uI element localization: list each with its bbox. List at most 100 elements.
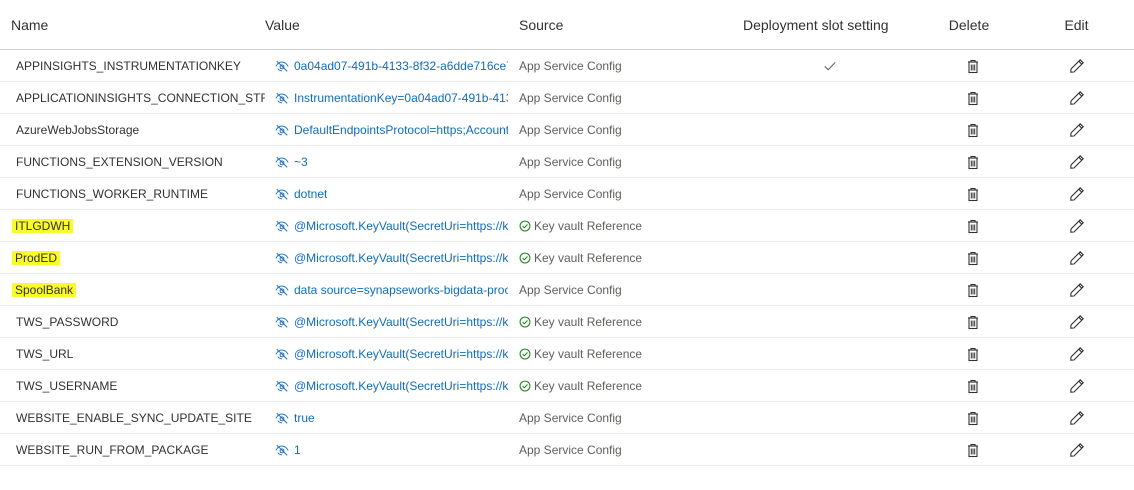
setting-value-link[interactable]: DefaultEndpointsProtocol=https;Account — [294, 123, 508, 137]
table-row[interactable]: FUNCTIONS_WORKER_RUNTIME dotnet App Servic… — [0, 178, 1134, 210]
cell-source: App Service Config — [508, 59, 733, 73]
setting-value-link[interactable]: @Microsoft.KeyVault(SecretUri=https://k — [294, 219, 508, 233]
pencil-icon[interactable] — [1069, 58, 1085, 74]
cell-edit — [1019, 442, 1134, 458]
cell-source: Key vault Reference — [508, 347, 733, 361]
eye-hidden-icon — [275, 156, 289, 168]
check-circle-icon — [519, 380, 531, 391]
setting-source: App Service Config — [519, 186, 622, 201]
cell-name: FUNCTIONS_WORKER_RUNTIME — [0, 187, 265, 201]
cell-name: FUNCTIONS_EXTENSION_VERSION — [0, 155, 265, 169]
table-row[interactable]: TWS_USERNAME @Microsoft.KeyVault(SecretUr… — [0, 370, 1134, 402]
setting-source: App Service Config — [519, 122, 622, 137]
checkmark-icon — [824, 61, 836, 71]
setting-source: App Service Config — [519, 442, 622, 457]
column-header-delete: Delete — [948, 16, 990, 33]
setting-name: SpoolBank — [12, 282, 77, 297]
pencil-icon[interactable] — [1069, 90, 1085, 106]
cell-source: App Service Config — [508, 283, 733, 297]
table-row[interactable]: TWS_PASSWORD @Microsoft.KeyVault(SecretUr… — [0, 306, 1134, 338]
trash-icon[interactable] — [965, 218, 981, 234]
trash-icon[interactable] — [965, 122, 981, 138]
trash-icon[interactable] — [965, 154, 981, 170]
trash-icon[interactable] — [965, 282, 981, 298]
column-header-name[interactable]: Name — [0, 17, 265, 33]
cell-name: WEBSITE_RUN_FROM_PACKAGE — [0, 443, 265, 457]
setting-value-link[interactable]: @Microsoft.KeyVault(SecretUri=https://k — [294, 347, 508, 361]
pencil-icon[interactable] — [1069, 282, 1085, 298]
trash-icon[interactable] — [965, 378, 981, 394]
pencil-icon[interactable] — [1069, 442, 1085, 458]
cell-edit — [1019, 378, 1134, 394]
check-circle-icon — [519, 348, 531, 359]
cell-value: 0a04ad07-491b-4133-8f32-a6dde716ce7 — [265, 59, 508, 73]
cell-source: App Service Config — [508, 91, 733, 105]
pencil-icon[interactable] — [1069, 346, 1085, 362]
cell-source: Key vault Reference — [508, 251, 733, 265]
table-row[interactable]: FUNCTIONS_EXTENSION_VERSION ~3 App Service… — [0, 146, 1134, 178]
setting-value-link[interactable]: data source=synapseworks-bigdata-proc — [294, 283, 508, 297]
setting-name: TWS_USERNAME — [16, 378, 118, 393]
setting-source: Key vault Reference — [534, 378, 643, 393]
cell-name: SpoolBank — [0, 282, 265, 297]
table-row[interactable]: ITLGDWH @Microsoft.KeyVault(SecretUri=htt… — [0, 210, 1134, 242]
table-row[interactable]: ProdED @Microsoft.KeyVault(SecretUri=http… — [0, 242, 1134, 274]
cell-delete — [927, 218, 1019, 234]
cell-delete — [927, 442, 1019, 458]
column-header-value[interactable]: Value — [265, 17, 508, 33]
cell-source: Key vault Reference — [508, 379, 733, 393]
cell-delete — [927, 186, 1019, 202]
cell-delete — [927, 250, 1019, 266]
eye-hidden-icon — [275, 60, 289, 72]
cell-edit — [1019, 154, 1134, 170]
setting-value-link[interactable]: ~3 — [294, 155, 308, 169]
pencil-icon[interactable] — [1069, 410, 1085, 426]
setting-value-link[interactable]: @Microsoft.KeyVault(SecretUri=https://k — [294, 315, 508, 329]
pencil-icon[interactable] — [1069, 122, 1085, 138]
setting-value-link[interactable]: @Microsoft.KeyVault(SecretUri=https://k — [294, 251, 508, 265]
trash-icon[interactable] — [965, 410, 981, 426]
column-header-source[interactable]: Source — [508, 17, 733, 33]
setting-value-link[interactable]: InstrumentationKey=0a04ad07-491b-413 — [294, 91, 508, 105]
pencil-icon[interactable] — [1069, 250, 1085, 266]
trash-icon[interactable] — [965, 58, 981, 74]
setting-name: WEBSITE_RUN_FROM_PACKAGE — [16, 442, 209, 457]
check-circle-icon — [519, 316, 531, 327]
setting-value-link[interactable]: @Microsoft.KeyVault(SecretUri=https://k — [294, 379, 508, 393]
pencil-icon[interactable] — [1069, 186, 1085, 202]
setting-source: Key vault Reference — [534, 250, 643, 265]
setting-value-link[interactable]: 1 — [294, 443, 301, 457]
cell-value: @Microsoft.KeyVault(SecretUri=https://k — [265, 251, 508, 265]
table-row[interactable]: WEBSITE_RUN_FROM_PACKAGE 1 App Service Con… — [0, 434, 1134, 466]
pencil-icon[interactable] — [1069, 378, 1085, 394]
setting-value-link[interactable]: dotnet — [294, 187, 327, 201]
eye-hidden-icon — [275, 348, 289, 360]
table-row[interactable]: AzureWebJobsStorage DefaultEndpointsProto… — [0, 114, 1134, 146]
setting-value-link[interactable]: 0a04ad07-491b-4133-8f32-a6dde716ce7 — [294, 59, 508, 73]
eye-hidden-icon — [275, 220, 289, 232]
table-row[interactable]: WEBSITE_ENABLE_SYNC_UPDATE_SITE true App S… — [0, 402, 1134, 434]
trash-icon[interactable] — [965, 442, 981, 458]
table-row[interactable]: TWS_URL @Microsoft.KeyVault(SecretUri=htt… — [0, 338, 1134, 370]
eye-hidden-icon — [275, 316, 289, 328]
trash-icon[interactable] — [965, 90, 981, 106]
cell-source: App Service Config — [508, 411, 733, 425]
trash-icon[interactable] — [965, 250, 981, 266]
trash-icon[interactable] — [965, 186, 981, 202]
table-row[interactable]: SpoolBank data source=synapseworks-bigdat… — [0, 274, 1134, 306]
eye-hidden-icon — [275, 444, 289, 456]
table-row[interactable]: APPLICATIONINSIGHTS_CONNECTION_STRIN Inst… — [0, 82, 1134, 114]
grid-header: Name Value Source Deployment slot settin… — [0, 0, 1134, 50]
setting-source: App Service Config — [519, 154, 622, 169]
cell-delete — [927, 410, 1019, 426]
setting-value-link[interactable]: true — [294, 411, 315, 425]
pencil-icon[interactable] — [1069, 218, 1085, 234]
trash-icon[interactable] — [965, 346, 981, 362]
pencil-icon[interactable] — [1069, 154, 1085, 170]
column-header-slot-setting[interactable]: Deployment slot setting — [733, 17, 927, 33]
trash-icon[interactable] — [965, 314, 981, 330]
setting-source: Key vault Reference — [534, 346, 643, 361]
table-row[interactable]: APPINSIGHTS_INSTRUMENTATIONKEY 0a04ad07-4… — [0, 50, 1134, 82]
setting-source: Key vault Reference — [534, 314, 643, 329]
pencil-icon[interactable] — [1069, 314, 1085, 330]
